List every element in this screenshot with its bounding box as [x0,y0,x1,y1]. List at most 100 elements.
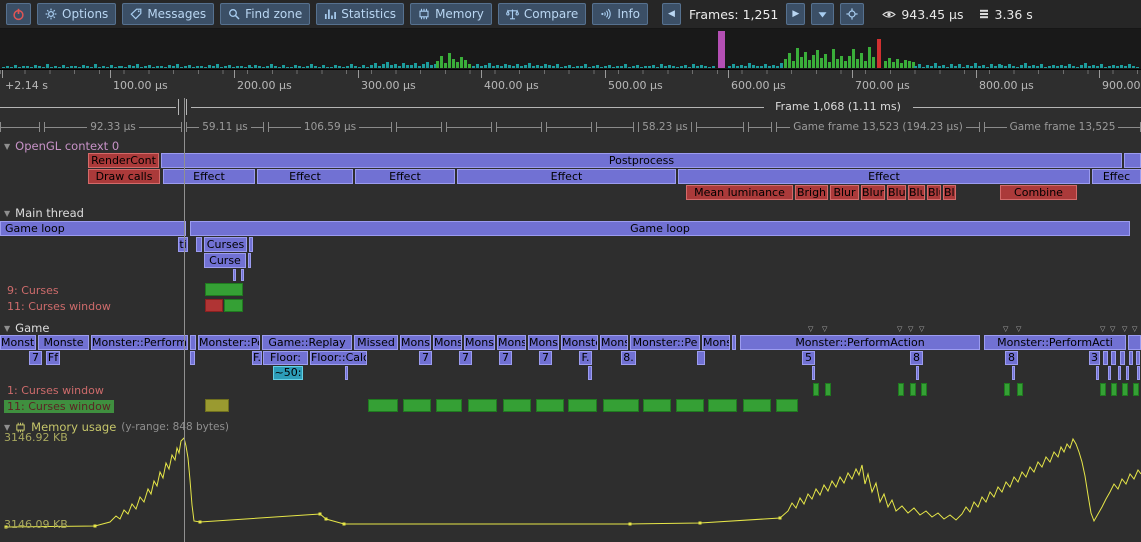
section-header-opengl[interactable]: ▼ OpenGL context 0 [4,139,119,153]
zone-bar[interactable]: Game loop [190,221,1130,236]
zone-bar[interactable]: Postprocess [161,153,1122,168]
zone-bar[interactable]: Curses [204,237,247,252]
zone-bar[interactable] [1120,351,1125,365]
zone-bar[interactable]: Monste [38,335,89,350]
zone-bar[interactable] [1012,366,1015,380]
frame-marker-label[interactable]: Frame 1,068 (1.11 ms) [771,100,905,113]
zone-bar[interactable]: Effect [163,169,255,184]
zone-bar[interactable] [190,335,196,350]
zone-bar[interactable]: Mons [600,335,628,350]
frame-set-segment[interactable] [0,119,40,135]
zone-bar[interactable]: Game::Replay [262,335,352,350]
zone-bar[interactable]: 7 [539,351,552,365]
zone-bar[interactable]: Blur [943,185,956,200]
collapsed-marker-icon[interactable]: ▽ [822,325,827,333]
zone-bar[interactable] [249,237,253,252]
zone-bar[interactable]: ti [178,237,188,252]
timeline-view[interactable]: Frame 1,068 (1.11 ms) ▼ OpenGL context 0… [0,0,1141,542]
zone-bar[interactable]: 8 [1005,351,1018,365]
zone-bar[interactable]: 5 [802,351,815,365]
memory-button[interactable]: Memory [410,3,492,25]
options-button[interactable]: Options [37,3,116,25]
zone-bar[interactable]: Blur [908,185,925,200]
zone-bar[interactable] [233,269,236,281]
zone-bar[interactable] [196,237,202,252]
zone-bar[interactable] [1124,153,1141,168]
zone-bar[interactable]: 7 [459,351,472,365]
collapsed-marker-icon[interactable]: ▽ [1110,325,1115,333]
zone-bar[interactable]: Curse [204,253,246,268]
zone-bar[interactable]: Floor::Calc [310,351,367,365]
collapsed-marker-icon[interactable]: ▽ [897,325,902,333]
power-button[interactable] [6,3,31,25]
zone-bar[interactable] [916,366,919,380]
zone-bar[interactable]: Blur [887,185,906,200]
section-header-game[interactable]: ▼ Game [4,321,49,335]
zone-bar[interactable]: 3 [1089,351,1100,365]
frame-set-segment[interactable]: 58.23 μs [638,119,692,135]
zone-bar[interactable]: Mons [702,335,730,350]
zone-bar[interactable] [1118,366,1121,380]
collapsed-marker-icon[interactable]: ▽ [908,325,913,333]
zone-bar[interactable] [345,366,348,380]
zone-bar[interactable]: F. [252,351,262,365]
zone-bar[interactable]: 7 [419,351,432,365]
zone-bar[interactable]: RenderCont [88,153,159,168]
frame-set-segment[interactable] [446,119,492,135]
zone-bar[interactable]: 8. [621,351,636,365]
zone-bar[interactable] [1108,366,1111,380]
zone-bar[interactable]: 8 [910,351,923,365]
zone-bar[interactable]: Monst [433,335,462,350]
collapsed-marker-icon[interactable]: ▽ [1003,325,1008,333]
zone-bar[interactable] [1137,366,1140,380]
zone-bar[interactable]: 7 [29,351,42,365]
zone-bar[interactable]: ~50: [273,366,303,380]
zone-bar[interactable]: 7 [499,351,512,365]
zone-bar[interactable]: Effect [457,169,676,184]
zone-bar[interactable] [1136,351,1140,365]
zone-bar[interactable]: Blur [830,185,859,200]
zone-bar[interactable]: Monste [561,335,598,350]
zone-bar[interactable]: Brigh [795,185,828,200]
zone-bar[interactable]: Effect [355,169,455,184]
go-to-frame-button[interactable] [811,3,834,25]
zone-bar[interactable]: Floor: [263,351,308,365]
zone-bar[interactable] [588,366,592,380]
find-zone-button[interactable]: Find zone [220,3,310,25]
prev-frame-button[interactable]: ◀ [662,3,681,25]
zone-bar[interactable]: Monster::Pe [630,335,700,350]
zone-bar[interactable] [812,366,815,380]
collapsed-marker-icon[interactable]: ▽ [1100,325,1105,333]
frame-set-segment[interactable] [546,119,592,135]
zone-bar[interactable] [248,253,251,268]
frame-set-segment[interactable]: 106.59 μs [268,119,392,135]
messages-button[interactable]: Messages [122,3,214,25]
zone-bar[interactable]: Monster::Pe [198,335,260,350]
frame-set-segment[interactable] [496,119,542,135]
frame-set-segment[interactable]: Game frame 13,523 (194.23 μs) [776,119,980,135]
zone-bar[interactable] [697,351,705,365]
zone-bar[interactable]: Blur [927,185,941,200]
zone-bar[interactable]: Monster::PerformActi [984,335,1126,350]
frame-set-segment[interactable] [696,119,744,135]
zone-bar[interactable]: Effect [678,169,1090,184]
zone-bar[interactable]: Monster::PerformA [91,335,188,350]
zone-bar[interactable]: Missed [354,335,398,350]
zone-bar[interactable]: Monster::PerformAction [740,335,980,350]
zone-bar[interactable]: Mean luminance [686,185,793,200]
statistics-button[interactable]: Statistics [316,3,404,25]
zone-bar[interactable] [1126,366,1129,380]
collapsed-marker-icon[interactable]: ▽ [1132,325,1137,333]
collapsed-marker-icon[interactable]: ▽ [808,325,813,333]
frame-set-segment[interactable] [748,119,772,135]
zone-bar[interactable]: Monste [0,335,36,350]
frame-set-segment[interactable] [396,119,442,135]
collapsed-marker-icon[interactable]: ▽ [1122,325,1127,333]
zone-bar[interactable]: Monst [497,335,526,350]
zone-bar[interactable] [1111,351,1116,365]
zone-bar[interactable] [1129,351,1133,365]
zone-bar[interactable]: Monst [464,335,495,350]
zone-bar[interactable]: Draw calls [88,169,160,184]
info-button[interactable]: Info [592,3,648,25]
zone-bar[interactable] [1128,335,1141,350]
